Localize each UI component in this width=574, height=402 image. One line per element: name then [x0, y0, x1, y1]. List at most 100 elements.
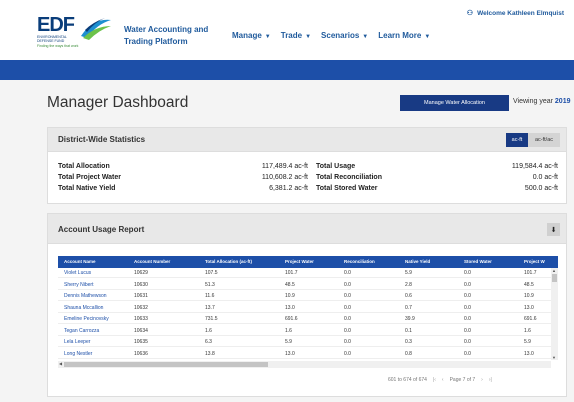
caret-down-icon: ▼ [305, 34, 312, 40]
prev-page-icon[interactable]: ‹ [442, 377, 444, 383]
welcome-text: Welcome Kathleen Elmquist [477, 10, 564, 17]
table-cell: 107.5 [205, 270, 218, 276]
download-button[interactable]: ⬇ [547, 223, 560, 236]
scroll-up-icon[interactable]: ▲ [552, 268, 556, 273]
account-name-link[interactable]: Sherry Nibert [64, 282, 93, 288]
logo-tagline: Finding the ways that work [37, 44, 79, 48]
table-cell: 5.9 [285, 339, 292, 345]
table-row[interactable]: Shauna Mccallion 10632 13.7 13.0 0.0 0.7 0.0 13… [58, 303, 558, 313]
logo-swoosh-icon [81, 18, 111, 40]
table-cell: 13.0 [285, 350, 295, 357]
table-cell: 101.7 [285, 270, 298, 276]
unit-acft-button[interactable]: ac-ft [506, 133, 528, 147]
horizontal-scrollbar[interactable]: ◀ [58, 361, 551, 368]
stat-value: 117,489.4 ac-ft [261, 163, 308, 170]
table-cell: 13.7 [205, 304, 215, 311]
table-cell: 0.0 [344, 327, 351, 334]
table-cell: 0.0 [344, 339, 351, 345]
table-cell: 101.7 [524, 270, 537, 276]
account-name-link[interactable]: Shauna Mccallion [64, 305, 103, 311]
table-row[interactable]: Long Nestler 10636 13.8 13.0 0.0 0.8 0.0 13.0 [58, 349, 558, 359]
table-cell: 0.6 [405, 293, 412, 299]
stat-label: Total Native Yield [58, 185, 116, 192]
scroll-down-icon[interactable]: ▼ [552, 355, 556, 360]
table-cell: 0.0 [344, 304, 351, 311]
account-name-link[interactable]: Tegan Carrozza [64, 328, 99, 334]
table-cell: 13.0 [524, 304, 534, 311]
nav-manage[interactable]: Manage ▼ [232, 31, 271, 40]
scroll-thumb[interactable] [64, 362, 268, 367]
top-header: EDF ENVIRONMENTAL DEFENSE FUND Finding t… [0, 0, 574, 60]
table-cell: 10635 [134, 339, 148, 345]
scroll-thumb[interactable] [552, 274, 557, 282]
edf-logo[interactable]: EDF ENVIRONMENTAL DEFENSE FUND Finding t… [37, 14, 113, 48]
last-page-icon[interactable]: ›| [489, 377, 492, 383]
table-cell: 0.0 [464, 293, 471, 299]
vertical-scrollbar[interactable]: ▲ ▼ [551, 268, 558, 360]
table-cell: 10.9 [524, 293, 534, 299]
stat-value: 0.0 ac-ft [532, 174, 558, 181]
table-cell: 731.5 [205, 316, 218, 322]
table-row[interactable]: Emeline Pecinovsky 10633 731.5 691.6 0.0 39.9… [58, 314, 558, 324]
next-page-icon[interactable]: › [481, 377, 483, 383]
account-name-link[interactable]: Dennis Mathewson [64, 293, 107, 299]
nav-trade-label: Trade [280, 31, 303, 40]
stat-value: 6,381.2 ac-ft [269, 185, 308, 192]
table-cell: 6.3 [205, 339, 212, 345]
stat-label: Total Usage [316, 163, 356, 170]
nav-learn-more[interactable]: Learn More ▼ [378, 31, 430, 40]
table-cell: 0.0 [464, 350, 471, 357]
table-cell: 13.8 [205, 350, 215, 357]
scroll-left-icon[interactable]: ◀ [59, 361, 62, 366]
table-cell: 0.1 [405, 327, 412, 334]
table-row[interactable]: Violet Lucus 10629 107.5 101.7 0.0 5.9 0.0 101.… [58, 268, 558, 278]
table-cell: 0.0 [344, 281, 351, 288]
account-name-link[interactable]: Long Nestler [64, 351, 92, 357]
nav-learn-more-label: Learn More [378, 31, 422, 40]
first-page-icon[interactable]: |‹ [433, 377, 436, 383]
table-cell: 48.5 [285, 281, 295, 288]
account-name-link[interactable]: Violet Lucus [64, 270, 91, 276]
table-cell: 0.0 [464, 339, 471, 345]
stats-card-header: District-Wide Statistics ac-ft ac-ft/ac [48, 128, 566, 152]
viewing-year-selector[interactable]: Viewing year 2019▼ [513, 98, 574, 105]
table-row[interactable]: Dennis Mathewson 10631 11.6 10.9 0.0 0.6 0.0 10… [58, 291, 558, 301]
column-header[interactable]: Account Name [64, 259, 96, 264]
table-cell: 10629 [134, 270, 148, 276]
account-usage-report-card: Account Usage Report ⬇ Account Name Acco… [47, 213, 567, 397]
account-name-link[interactable]: Emeline Pecinovsky [64, 316, 109, 322]
nav-trade[interactable]: Trade ▼ [281, 31, 311, 40]
nav-scenarios[interactable]: Scenarios ▼ [321, 31, 368, 40]
table-row[interactable]: Tegan Carrozza 10634 1.6 1.6 0.0 0.1 0.0 1.6 [58, 326, 558, 336]
table-cell: 10630 [134, 281, 148, 288]
account-name-link[interactable]: Lela Leeper [64, 339, 90, 345]
app-title: Water Accounting and Trading Platform [124, 25, 209, 46]
table-cell: 0.0 [464, 270, 471, 276]
column-header[interactable]: Project W [524, 259, 545, 264]
column-header[interactable]: Account Number [134, 259, 170, 264]
stat-label: Total Project Water [58, 174, 122, 181]
column-header[interactable]: Total Allocation (ac-ft) [205, 259, 252, 264]
welcome-user[interactable]: ⚇ Welcome Kathleen Elmquist [467, 9, 564, 17]
nav-scenarios-label: Scenarios [321, 31, 360, 40]
column-header[interactable]: Reconciliation [344, 259, 375, 264]
table-cell: 13.0 [285, 304, 295, 311]
table-row[interactable]: Lela Leeper 10635 6.3 5.9 0.0 0.3 0.0 5.9 [58, 337, 558, 347]
table-cell: 10.9 [285, 293, 295, 299]
column-header[interactable]: Project Water [285, 259, 314, 264]
column-header[interactable]: Stored Water [464, 259, 492, 264]
logo-subtitle: ENVIRONMENTAL DEFENSE FUND [37, 35, 67, 43]
account-table: Account Name Account Number Total Alloca… [58, 256, 558, 370]
table-cell: 691.6 [285, 316, 298, 322]
column-header[interactable]: Native Yield [405, 259, 430, 264]
table-row[interactable]: Sherry Nibert 10630 51.3 48.5 0.0 2.8 0.0 48.5 [58, 280, 558, 290]
unit-acft-per-ac-button[interactable]: ac-ft/ac [528, 133, 560, 147]
stat-value: 119,584.4 ac-ft [511, 163, 558, 170]
viewing-year-value: 2019 [554, 98, 571, 105]
caret-down-icon: ▼ [362, 34, 369, 40]
manage-water-allocation-button[interactable]: Manage Water Allocation [400, 95, 509, 111]
download-icon: ⬇ [550, 226, 557, 234]
nav-manage-label: Manage [232, 31, 262, 40]
table-cell: 0.0 [464, 304, 471, 311]
table-cell: 1.6 [285, 327, 292, 334]
